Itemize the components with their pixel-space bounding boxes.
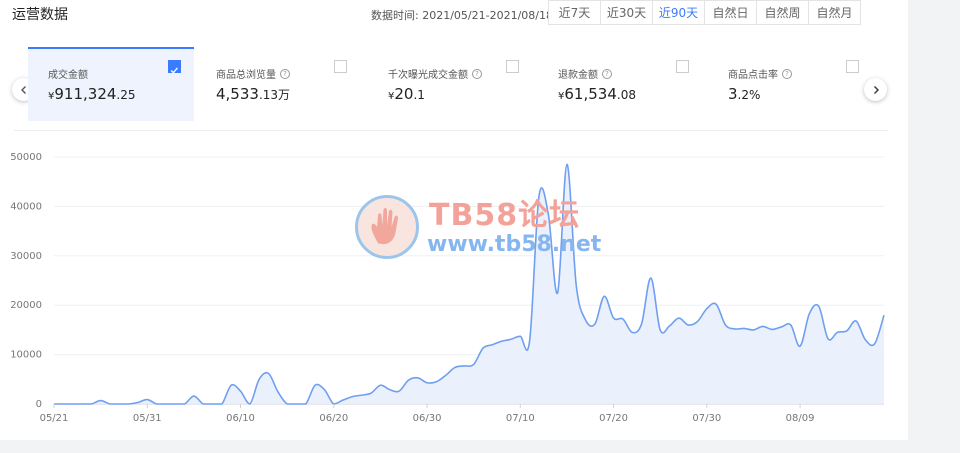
y-tick-label: 30000	[10, 251, 42, 262]
metric-label: 商品点击率?	[728, 66, 792, 81]
metric-checkbox[interactable]	[676, 60, 689, 73]
x-tick-label: 07/30	[692, 413, 721, 424]
operations-panel: 运营数据 数据时间: 2021/05/21-2021/08/18 近7天 近30…	[0, 0, 908, 440]
metric-label: 退款金额?	[558, 66, 612, 81]
chevron-left-icon	[20, 85, 26, 94]
x-axis: 05/21 05/31 06/10 06/20 06/30 07/10 07/20 07/30…	[40, 404, 815, 424]
metric-checkbox[interactable]	[168, 60, 181, 74]
metric-checkbox[interactable]	[334, 60, 347, 73]
metric-card-gmv-per-mille[interactable]: 千次曝光成交金额? ¥20.1	[368, 47, 534, 121]
x-tick-label: 06/20	[319, 413, 348, 424]
help-icon[interactable]: ?	[782, 68, 792, 79]
y-tick-label: 20000	[10, 300, 42, 311]
metric-checkbox[interactable]	[506, 60, 519, 73]
metric-card-ctr[interactable]: 商品点击率? 3.2%	[708, 47, 874, 121]
y-tick-label: 10000	[10, 350, 42, 361]
metric-checkbox[interactable]	[846, 60, 859, 73]
y-tick-label: 40000	[10, 201, 42, 212]
checkmark-icon	[170, 67, 178, 74]
help-icon[interactable]: ?	[472, 68, 482, 79]
x-tick-label: 08/09	[786, 413, 815, 424]
hand-logo-icon	[355, 195, 419, 259]
x-tick-label: 07/10	[506, 413, 535, 424]
metric-label: 成交金额	[48, 70, 88, 81]
date-range-label: 数据时间: 2021/05/21-2021/08/18	[371, 9, 553, 22]
x-tick-label: 06/30	[413, 413, 442, 424]
gmv-trend-chart: 50000 40000 30000 20000 10000 0 05/21 05/31 06/…	[10, 152, 885, 424]
metric-value: ¥911,324.25	[48, 85, 136, 103]
metric-value: ¥61,534.08	[558, 85, 636, 103]
metric-label: 千次曝光成交金额?	[388, 66, 482, 81]
divider	[14, 130, 888, 131]
section-title: 运营数据	[12, 7, 68, 23]
metric-value: ¥20.1	[388, 85, 425, 103]
x-tick-label: 06/10	[226, 413, 255, 424]
help-icon[interactable]: ?	[280, 68, 290, 79]
metric-value: 3.2%	[728, 85, 761, 103]
metric-card-gmv[interactable]: 成交金额 ¥911,324.25	[28, 47, 194, 121]
tab-last-90-days[interactable]: 近90天	[652, 0, 705, 25]
metric-cards: 成交金额 ¥911,324.25 商品总浏览量? 4,533.13万 千次曝光成…	[28, 47, 888, 121]
watermark-text-secondary: www.tb58.net	[427, 232, 602, 257]
metric-value: 4,533.13万	[216, 85, 291, 103]
help-icon[interactable]: ?	[602, 68, 612, 79]
metric-card-pageviews[interactable]: 商品总浏览量? 4,533.13万	[196, 47, 362, 121]
metric-label: 商品总浏览量?	[216, 66, 290, 81]
tab-natural-day[interactable]: 自然日	[704, 0, 757, 25]
y-axis: 50000 40000 30000 20000 10000 0	[10, 152, 42, 410]
tab-last-30-days[interactable]: 近30天	[600, 0, 653, 25]
tab-natural-month[interactable]: 自然月	[808, 0, 861, 25]
period-tabs: 近7天 近30天 近90天 自然日 自然周 自然月	[548, 0, 861, 25]
x-tick-label: 05/31	[133, 413, 162, 424]
watermark: TB58论坛 www.tb58.net	[355, 190, 615, 270]
tab-natural-week[interactable]: 自然周	[756, 0, 809, 25]
y-tick-label: 0	[36, 399, 42, 410]
y-tick-label: 50000	[10, 152, 42, 163]
x-tick-label: 05/21	[40, 413, 69, 424]
tab-last-7-days[interactable]: 近7天	[548, 0, 601, 25]
metric-card-refund[interactable]: 退款金额? ¥61,534.08	[538, 47, 704, 121]
watermark-text-primary: TB58论坛	[429, 198, 581, 233]
x-tick-label: 07/20	[599, 413, 628, 424]
